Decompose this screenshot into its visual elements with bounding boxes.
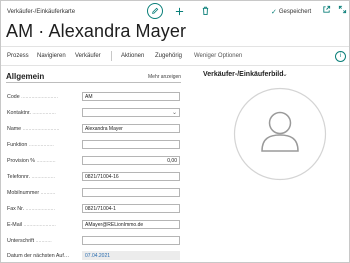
mobilnummer-field[interactable] bbox=[82, 188, 180, 197]
field-label-name: Name ......................... bbox=[7, 126, 60, 132]
action-aktionen[interactable]: Aktionen bbox=[121, 53, 144, 59]
page-title: AM · Alexandra Mayer bbox=[6, 21, 187, 41]
picture-panel-title[interactable]: Verkäufer-/Einkäuferbild bbox=[203, 71, 284, 78]
breadcrumb: Verkäufer-/Einkäuferkarte bbox=[7, 9, 76, 15]
open-new-window-icon bbox=[323, 5, 331, 13]
field-label-provision: Provision % ............. bbox=[7, 158, 56, 164]
info-icon[interactable]: i bbox=[335, 51, 346, 62]
section-title-allgemein[interactable]: Allgemein bbox=[6, 72, 44, 81]
field-label-funktion: Funktion ................. bbox=[7, 142, 54, 148]
action-verkaeufer[interactable]: Verkäufer bbox=[75, 53, 101, 59]
faxnr-field[interactable]: 0821/71004-1 bbox=[82, 204, 180, 213]
section-divider bbox=[6, 82, 181, 83]
delete-icon bbox=[202, 6, 208, 16]
action-prozess[interactable]: Prozess bbox=[7, 53, 29, 59]
checkmark-icon: ✓ bbox=[271, 9, 277, 16]
card-page: Verkäufer-/Einkäuferkarte ✓ Gespeichert bbox=[0, 0, 350, 263]
field-label-next-date: Datum der nächsten Auf… bbox=[7, 253, 70, 259]
action-zugehoerig[interactable]: Zugehörig bbox=[155, 53, 182, 59]
provision-field[interactable]: 0,00 bbox=[82, 156, 180, 165]
action-bar: Prozess Navigieren Verkäufer Aktionen Zu… bbox=[1, 46, 349, 66]
telefonnr-field[interactable]: 0821/71004-16 bbox=[82, 172, 180, 181]
edit-icon bbox=[152, 7, 159, 14]
kontaktnr-field[interactable]: ⌄ bbox=[82, 108, 180, 117]
field-label-email: E-Mail ...................... bbox=[7, 222, 56, 228]
action-separator bbox=[111, 51, 112, 61]
expand-button[interactable] bbox=[338, 5, 347, 14]
email-field[interactable]: AMayer@RELionImmo.de bbox=[82, 220, 180, 229]
code-field[interactable]: AM bbox=[82, 92, 180, 101]
new-button[interactable] bbox=[173, 5, 185, 17]
chevron-down-icon[interactable]: ⌄ bbox=[282, 70, 288, 78]
fewer-options-button[interactable]: Weniger Optionen bbox=[194, 53, 242, 59]
add-icon bbox=[175, 7, 183, 15]
field-label-kontaktnr: Kontaktnr. ................ bbox=[7, 110, 56, 116]
name-field[interactable]: Alexandra Mayer bbox=[82, 124, 180, 133]
unterschrift-field[interactable] bbox=[82, 236, 180, 245]
show-more-link[interactable]: Mehr anzeigen bbox=[148, 74, 181, 80]
delete-button[interactable] bbox=[199, 5, 211, 17]
next-date-field: 07.04.2021 bbox=[82, 251, 180, 260]
field-label-unterschrift: Unterschrift ........... bbox=[7, 238, 52, 244]
field-label-mobilnummer: Mobilnummer .......... bbox=[7, 190, 56, 196]
edit-button[interactable] bbox=[147, 3, 163, 19]
field-label-faxnr: Fax Nr. .................... bbox=[7, 206, 55, 212]
field-label-telefonnr: Telefonnr. ................ bbox=[7, 174, 56, 180]
window-controls bbox=[322, 5, 347, 14]
saved-label: Gespeichert bbox=[278, 9, 312, 15]
funktion-field[interactable] bbox=[82, 140, 180, 149]
chevron-down-icon[interactable]: ⌄ bbox=[172, 109, 177, 116]
field-label-code: Code ......................... bbox=[7, 94, 58, 100]
expand-icon bbox=[338, 5, 347, 14]
action-navigieren[interactable]: Navigieren bbox=[37, 53, 66, 59]
person-placeholder-icon[interactable] bbox=[233, 87, 327, 181]
open-new-window-button[interactable] bbox=[322, 5, 331, 14]
saved-status: ✓ Gespeichert bbox=[271, 8, 311, 16]
